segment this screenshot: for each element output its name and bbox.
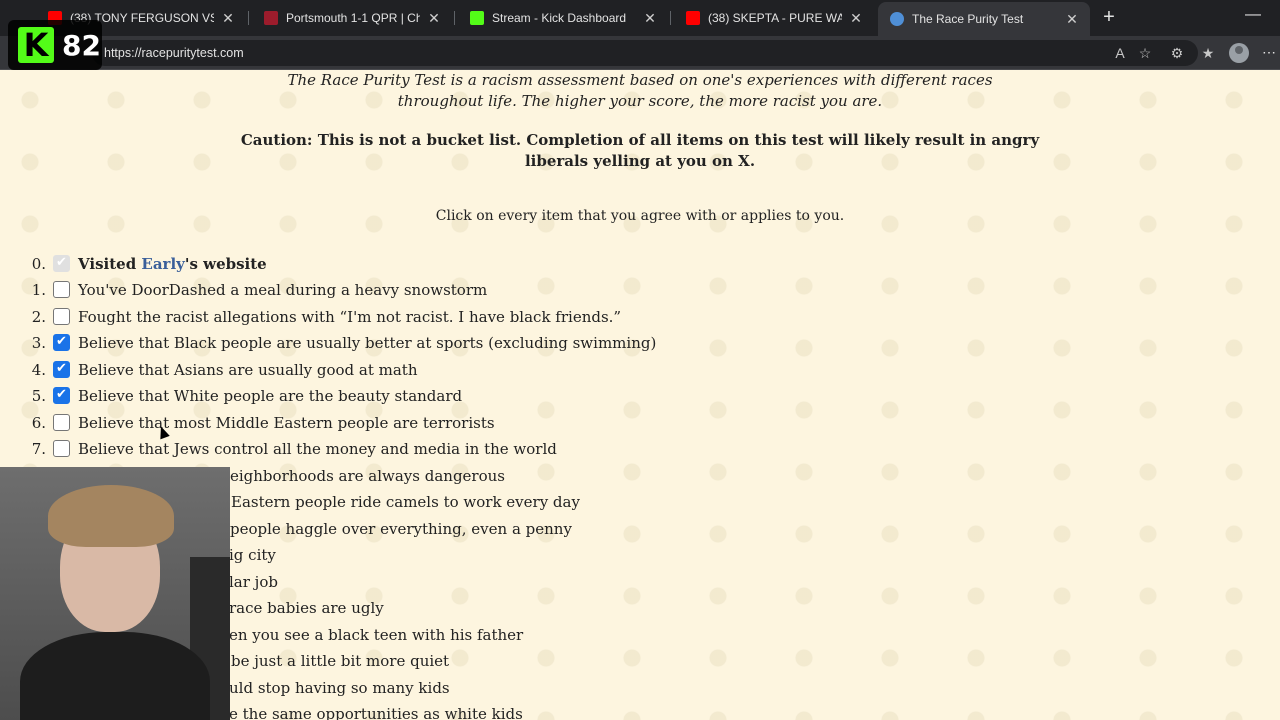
- more-menu-icon[interactable]: ⋯: [1262, 44, 1276, 61]
- list-item[interactable]: 1. You've DoorDashed a meal during a hea…: [0, 279, 900, 301]
- browser-toolbar: https://racepuritytest.com A ☆ ⚙ ★ ⋯: [0, 36, 1280, 70]
- favorites-icon[interactable]: ★: [1199, 44, 1217, 62]
- tab-separator: [454, 11, 455, 25]
- caution-line: Caution: This is not a bucket list. Comp…: [240, 131, 1040, 149]
- item-number: 6.: [31, 414, 46, 432]
- tab-youtube-skepta[interactable]: (38) SKEPTA - PURE WATER - YouT ✕: [674, 4, 874, 32]
- item-text-partial[interactable]: be just a little bit more quiet: [231, 650, 449, 672]
- early-link[interactable]: Early: [141, 255, 184, 273]
- tab-label: (38) SKEPTA - PURE WATER - YouT: [708, 11, 842, 25]
- item-text[interactable]: Believe that Black people are usually be…: [78, 332, 656, 354]
- item-checkbox[interactable]: [53, 414, 70, 431]
- item-text[interactable]: Believe that Asians are usually good at …: [78, 359, 418, 381]
- tab-label: The Race Purity Test: [912, 12, 1024, 26]
- url-text[interactable]: https://racepuritytest.com: [104, 46, 244, 60]
- news-icon: [264, 11, 278, 25]
- item-number: 5.: [31, 387, 46, 405]
- list-item[interactable]: 5. Believe that White people are the bea…: [0, 385, 900, 407]
- caution-line: liberals yelling at you on X.: [524, 152, 756, 170]
- item-text-partial[interactable]: race babies are ugly: [229, 597, 384, 619]
- webcam-person-hair: [48, 485, 174, 547]
- tab-label: Portsmouth 1-1 QPR | Championsh: [286, 11, 420, 25]
- item-number: 0.: [31, 255, 46, 273]
- item-text[interactable]: Believe that Jews control all the money …: [78, 438, 557, 460]
- list-item[interactable]: 7. Believe that Jews control all the mon…: [0, 438, 900, 460]
- list-item[interactable]: 2. Fought the racist allegations with “I…: [0, 306, 900, 328]
- favorite-star-icon[interactable]: ☆: [1136, 44, 1154, 62]
- viewer-count: 82: [62, 28, 101, 62]
- minimize-button[interactable]: —: [1242, 6, 1264, 28]
- close-icon[interactable]: ✕: [848, 10, 864, 27]
- item-number: 3.: [31, 334, 46, 352]
- item-text-partial[interactable]: lar job: [229, 571, 278, 593]
- item-text-partial[interactable]: en you see a black teen with his father: [229, 624, 523, 646]
- list-item[interactable]: 3. Believe that Black people are usually…: [0, 332, 900, 354]
- intro-line: throughout life. The higher your score, …: [397, 92, 883, 110]
- new-tab-button[interactable]: +: [1098, 6, 1120, 28]
- item-text-partial[interactable]: Eastern people ride camels to work every…: [231, 491, 580, 513]
- item-number: 4.: [31, 361, 46, 379]
- item-text-partial[interactable]: uld stop having so many kids: [229, 677, 450, 699]
- intro-line: The Race Purity Test is a racism assessm…: [287, 71, 993, 89]
- item-checkbox[interactable]: [53, 281, 70, 298]
- item-checkbox[interactable]: [53, 387, 70, 404]
- item-text-pre: Visited: [78, 255, 142, 273]
- list-item[interactable]: 0. Visited Early's website: [0, 253, 900, 275]
- item-text-partial[interactable]: eighborhoods are always dangerous: [230, 465, 505, 487]
- instructions: Click on every item that you agree with …: [435, 208, 845, 224]
- tab-portsmouth-qpr[interactable]: Portsmouth 1-1 QPR | Championsh ✕: [252, 4, 452, 32]
- tab-race-purity-test[interactable]: The Race Purity Test ✕: [878, 2, 1090, 36]
- item-checkbox[interactable]: [53, 334, 70, 351]
- item-checkbox[interactable]: [53, 440, 70, 457]
- item-number: 7.: [31, 440, 46, 458]
- item-number: 2.: [31, 308, 46, 326]
- tab-kick-dashboard[interactable]: Stream - Kick Dashboard ✕: [458, 4, 668, 32]
- webcam-overlay: [0, 467, 230, 720]
- youtube-icon: [686, 11, 700, 25]
- item-text-partial[interactable]: ig city: [229, 544, 276, 566]
- item-text: Visited Early's website: [78, 253, 267, 275]
- item-number: 1.: [31, 281, 46, 299]
- item-text[interactable]: Believe that most Middle Eastern people …: [78, 412, 495, 434]
- edge-icon: [890, 12, 904, 26]
- extensions-icon[interactable]: ⚙: [1168, 44, 1186, 62]
- item-checkbox[interactable]: [53, 361, 70, 378]
- profile-avatar[interactable]: [1229, 43, 1249, 63]
- item-checkbox[interactable]: [53, 308, 70, 325]
- close-icon[interactable]: ✕: [1064, 11, 1080, 28]
- caution-note: Caution: This is not a bucket list. Comp…: [0, 130, 1280, 172]
- item-text[interactable]: You've DoorDashed a meal during a heavy …: [78, 279, 487, 301]
- kick-viewer-badge: 82: [8, 20, 102, 70]
- tab-strip: (38) TONY FERGUSON VS WARREN ✕ Portsmout…: [0, 0, 1280, 36]
- intro-paragraph: The Race Purity Test is a racism assessm…: [0, 70, 1280, 112]
- kick-logo-icon: [18, 27, 54, 63]
- item-text[interactable]: Believe that White people are the beauty…: [78, 385, 462, 407]
- list-item[interactable]: 6. Believe that most Middle Eastern peop…: [0, 412, 900, 434]
- close-icon[interactable]: ✕: [642, 10, 658, 27]
- address-bar[interactable]: https://racepuritytest.com: [92, 40, 1198, 66]
- kick-icon: [470, 11, 484, 25]
- tab-label: Stream - Kick Dashboard: [492, 11, 627, 25]
- close-icon[interactable]: ✕: [220, 10, 236, 27]
- webcam-person-body: [20, 632, 210, 720]
- list-item[interactable]: 4. Believe that Asians are usually good …: [0, 359, 900, 381]
- item-text-post: 's website: [184, 255, 267, 273]
- item-text[interactable]: Fought the racist allegations with “I'm …: [78, 306, 621, 328]
- tab-separator: [670, 11, 671, 25]
- tab-separator: [248, 11, 249, 25]
- read-aloud-icon[interactable]: A: [1111, 44, 1129, 62]
- close-icon[interactable]: ✕: [426, 10, 442, 27]
- item-text-partial[interactable]: people haggle over everything, even a pe…: [230, 518, 572, 540]
- item-checkbox: [53, 255, 70, 272]
- item-text-partial[interactable]: e the same opportunities as white kids: [229, 703, 523, 720]
